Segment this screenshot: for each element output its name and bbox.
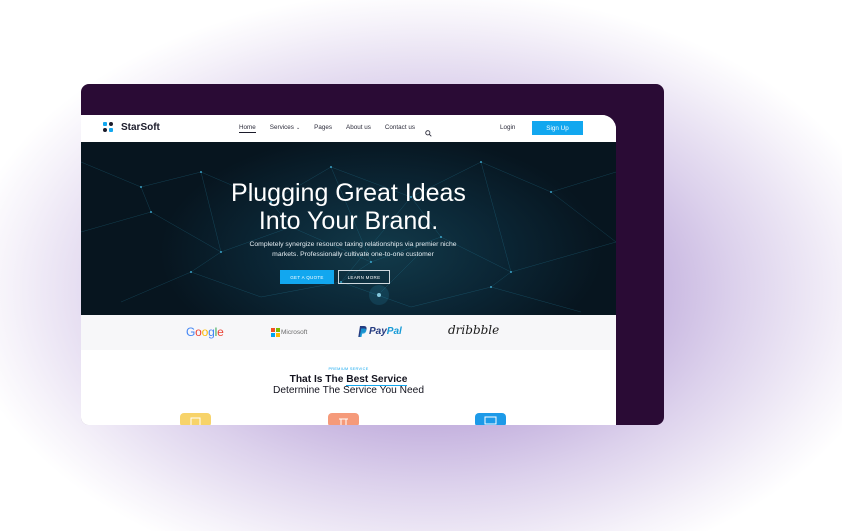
service-icon-3 [475, 413, 506, 425]
hero-title: Plugging Great Ideas Into Your Brand. [81, 179, 616, 235]
hero-title-line2: Into Your Brand. [258, 207, 439, 235]
showcase-card: StarSoft Home Services ⌄ Pages About us C… [81, 84, 664, 425]
login-link[interactable]: Login [500, 124, 515, 131]
logo-icon [103, 122, 115, 133]
services-subtitle: Determine The Service You Need [272, 385, 424, 396]
hero-subtitle: Completely synergize resource taxing rel… [191, 240, 515, 260]
paypal-label: PayPal [369, 326, 402, 337]
document-icon [190, 417, 201, 425]
service-icon-1 [180, 413, 211, 425]
google-logo: Google [186, 325, 224, 339]
microsoft-logo: Microsoft [271, 328, 308, 337]
site-header: StarSoft Home Services ⌄ Pages About us C… [81, 115, 616, 142]
services-eyebrow: PREMIUM SERVICE [328, 367, 369, 371]
website-preview: StarSoft Home Services ⌄ Pages About us C… [81, 115, 616, 425]
services-title: That Is The Best Service [81, 374, 616, 386]
services-section: PREMIUM SERVICE That Is The Best Service… [81, 350, 616, 425]
microsoft-label: Microsoft [281, 328, 308, 336]
nav-item-services[interactable]: Services ⌄ [270, 124, 300, 131]
nav-item-services-label: Services [269, 124, 294, 131]
main-nav: Home Services ⌄ Pages About us Contact us [239, 124, 432, 137]
logo[interactable]: StarSoft [103, 122, 160, 133]
partner-logos: Google Microsoft PayPal dribbble [81, 315, 616, 350]
paypal-icon [358, 326, 367, 337]
services-title-prefix: That Is The [289, 374, 347, 385]
get-quote-button[interactable]: GET A QUOTE [280, 270, 334, 284]
learn-more-button[interactable]: LEARN MORE [338, 270, 390, 284]
design-icon [339, 418, 348, 425]
hero-subtitle-line1: Completely synergize resource taxing rel… [249, 241, 457, 248]
nav-item-contact[interactable]: Contact us [385, 124, 415, 131]
logo-text: StarSoft [121, 122, 160, 133]
nav-item-home[interactable]: Home [239, 124, 256, 133]
chevron-down-icon: ⌄ [295, 125, 301, 131]
service-icon-2 [328, 413, 359, 425]
hero-section: Plugging Great Ideas Into Your Brand. Co… [81, 142, 616, 315]
hero-subtitle-line2: markets. Professionally cultivate one-to… [272, 251, 434, 258]
nav-item-pages[interactable]: Pages [314, 124, 332, 131]
signup-button[interactable]: Sign Up [532, 121, 583, 135]
search-icon[interactable] [425, 124, 432, 137]
nav-item-about[interactable]: About us [346, 124, 371, 131]
paypal-label-a: Pay [369, 326, 387, 337]
monitor-icon [484, 416, 497, 425]
hero-title-line1: Plugging Great Ideas [231, 179, 466, 207]
dribbble-logo: dribbble [448, 323, 500, 337]
paypal-label-b: Pal [386, 326, 402, 337]
paypal-logo: PayPal [358, 326, 402, 337]
microsoft-icon [271, 328, 280, 337]
